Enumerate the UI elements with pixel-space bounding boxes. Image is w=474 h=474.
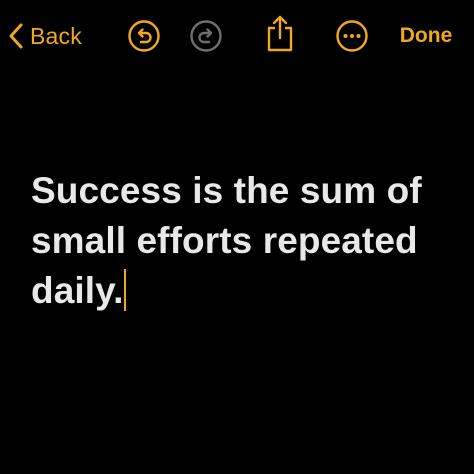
- redo-icon: [189, 19, 223, 58]
- more-options-button[interactable]: [334, 19, 370, 58]
- done-button[interactable]: Done: [392, 18, 460, 54]
- navigation-toolbar: Back Done: [0, 0, 474, 72]
- chevron-left-icon: [8, 23, 24, 49]
- note-text-editor[interactable]: Success is the sum of small efforts repe…: [31, 166, 451, 316]
- note-text: Success is the sum of small efforts repe…: [31, 170, 422, 311]
- text-cursor: [124, 269, 127, 311]
- redo-button[interactable]: [188, 19, 224, 58]
- share-icon: [265, 13, 295, 58]
- undo-button[interactable]: [126, 19, 162, 58]
- back-button-label: Back: [30, 22, 82, 49]
- undo-icon: [127, 19, 161, 58]
- more-icon: [335, 19, 369, 58]
- back-button[interactable]: Back: [8, 18, 104, 54]
- share-button[interactable]: [262, 14, 298, 56]
